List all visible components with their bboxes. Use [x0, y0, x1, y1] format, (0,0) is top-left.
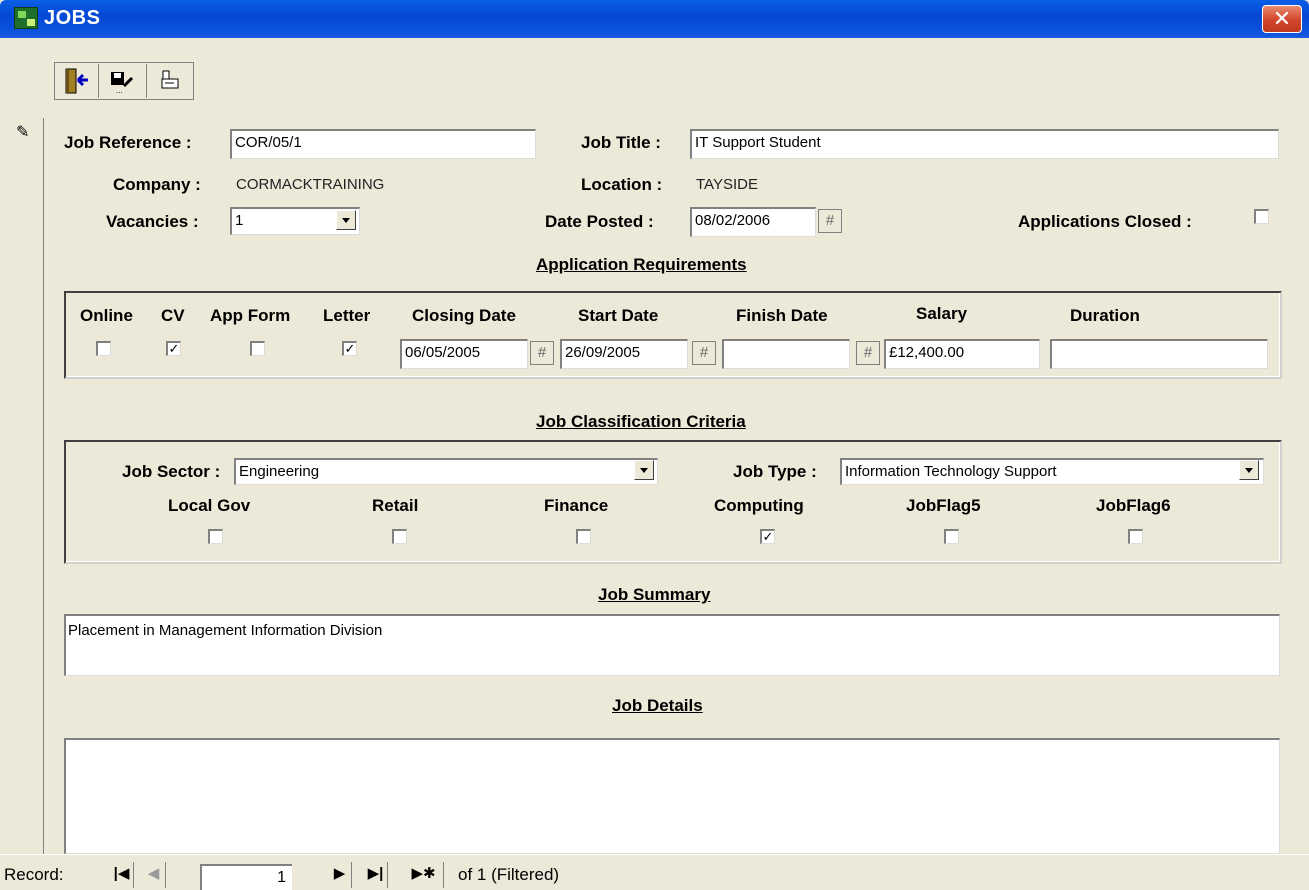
- record-navigation-bar: [0, 854, 1309, 890]
- new-record-icon: ▶✱: [411, 865, 436, 882]
- closing-date-header: Closing Date: [412, 306, 516, 325]
- save-button[interactable]: ...: [100, 64, 142, 98]
- job-type-label: Job Type :: [733, 462, 817, 481]
- vacancies-value: 1: [235, 212, 244, 229]
- job-title-field[interactable]: IT Support Student: [690, 129, 1279, 159]
- record-selector[interactable]: [0, 118, 44, 854]
- flag-label-local-gov: Local Gov: [168, 496, 251, 515]
- last-record-button[interactable]: ▶|: [364, 862, 388, 888]
- previous-record-icon: ◀: [147, 865, 160, 882]
- new-record-button[interactable]: ▶✱: [404, 862, 444, 888]
- flag-label-finance: Finance: [544, 496, 609, 515]
- start-date-field[interactable]: 26/09/2005: [560, 339, 688, 369]
- toolbar: [0, 38, 1309, 122]
- first-record-button[interactable]: |◀: [110, 862, 134, 888]
- job-summary-title: Job Summary: [598, 585, 711, 604]
- applications-closed-checkbox[interactable]: [1254, 209, 1269, 224]
- job-sector-value: Engineering: [239, 463, 320, 480]
- app-icon[interactable]: [14, 7, 38, 29]
- finish-date-field[interactable]: [722, 339, 850, 369]
- print-icon: [161, 70, 179, 89]
- record-label: Record:: [4, 865, 64, 884]
- closing-date-calendar-icon[interactable]: #: [530, 341, 554, 365]
- save-edit-icon: ...: [111, 72, 134, 95]
- location-value: TAYSIDE: [696, 176, 758, 193]
- job-reference-label: Job Reference :: [64, 133, 192, 152]
- job-sector-dropdown-button[interactable]: [634, 460, 654, 480]
- job-classification-title: Job Classification Criteria: [536, 412, 746, 431]
- record-count-text: of 1 (Filtered): [458, 865, 560, 884]
- job-sector-label: Job Sector :: [122, 462, 221, 481]
- window-title: JOBS: [44, 7, 101, 29]
- jobflag5-checkbox[interactable]: [944, 529, 959, 544]
- print-button[interactable]: [148, 64, 190, 98]
- job-details-field[interactable]: [64, 738, 1280, 854]
- computing-checkbox[interactable]: ✓: [760, 529, 775, 544]
- cv-checkbox[interactable]: ✓: [166, 341, 181, 356]
- app-form-header: App Form: [210, 306, 291, 325]
- duration-field[interactable]: [1050, 339, 1268, 369]
- application-requirements-title: Application Requirements: [536, 255, 747, 274]
- duration-header: Duration: [1070, 306, 1140, 325]
- job-type-combo[interactable]: Information Technology Support: [840, 458, 1264, 485]
- salary-field[interactable]: £12,400.00: [884, 339, 1040, 369]
- finish-date-header: Finish Date: [736, 306, 828, 325]
- cv-header: CV: [161, 306, 185, 325]
- vacancies-dropdown-button[interactable]: [336, 210, 356, 230]
- finance-checkbox[interactable]: [576, 529, 591, 544]
- salary-header: Salary: [916, 304, 968, 323]
- exit-door-icon: [65, 68, 88, 94]
- job-title-label: Job Title :: [581, 133, 661, 152]
- toolbar-separator: [98, 64, 99, 98]
- first-record-icon: |◀: [113, 865, 130, 882]
- applications-closed-label: Applications Closed :: [1018, 212, 1192, 231]
- company-label: Company :: [113, 175, 201, 194]
- edit-pencil-icon: ✎: [16, 124, 30, 141]
- start-date-calendar-icon[interactable]: #: [692, 341, 716, 365]
- svg-text:...: ...: [116, 86, 123, 95]
- letter-header: Letter: [323, 306, 371, 325]
- location-label: Location :: [581, 175, 663, 194]
- company-value: CORMACKTRAINING: [236, 176, 385, 193]
- date-posted-field[interactable]: 08/02/2006: [690, 207, 816, 237]
- vacancies-label: Vacancies :: [106, 212, 199, 231]
- exit-button[interactable]: [56, 64, 98, 98]
- job-details-title: Job Details: [612, 696, 703, 715]
- job-reference-field[interactable]: COR/05/1: [230, 129, 536, 159]
- last-record-icon: ▶|: [367, 865, 384, 882]
- flag-label-jobflag5: JobFlag5: [906, 496, 981, 515]
- previous-record-button[interactable]: ◀: [142, 862, 166, 888]
- title-bar: [0, 0, 1309, 38]
- jobflag6-checkbox[interactable]: [1128, 529, 1143, 544]
- toolbar-separator: [146, 64, 147, 98]
- job-sector-combo[interactable]: Engineering: [234, 458, 658, 485]
- date-posted-label: Date Posted :: [545, 212, 654, 231]
- flag-label-computing: Computing: [714, 496, 804, 515]
- closing-date-field[interactable]: 06/05/2005: [400, 339, 528, 369]
- close-button[interactable]: ✕: [1262, 5, 1302, 33]
- job-type-dropdown-button[interactable]: [1239, 460, 1259, 480]
- retail-checkbox[interactable]: [392, 529, 407, 544]
- job-summary-field[interactable]: Placement in Management Information Divi…: [64, 614, 1280, 676]
- job-type-value: Information Technology Support: [845, 463, 1057, 480]
- start-date-header: Start Date: [578, 306, 659, 325]
- app-form-checkbox[interactable]: [250, 341, 265, 356]
- flag-label-retail: Retail: [372, 496, 419, 515]
- finish-date-calendar-icon[interactable]: #: [856, 341, 880, 365]
- online-header: Online: [80, 306, 133, 325]
- online-checkbox[interactable]: [96, 341, 111, 356]
- letter-checkbox[interactable]: ✓: [342, 341, 357, 356]
- date-posted-calendar-icon[interactable]: #: [818, 209, 842, 233]
- local-gov-checkbox[interactable]: [208, 529, 223, 544]
- next-record-button[interactable]: ▶: [328, 862, 352, 888]
- current-record-field[interactable]: 1: [200, 864, 292, 890]
- next-record-icon: ▶: [333, 865, 346, 882]
- flag-label-jobflag6: JobFlag6: [1096, 496, 1171, 515]
